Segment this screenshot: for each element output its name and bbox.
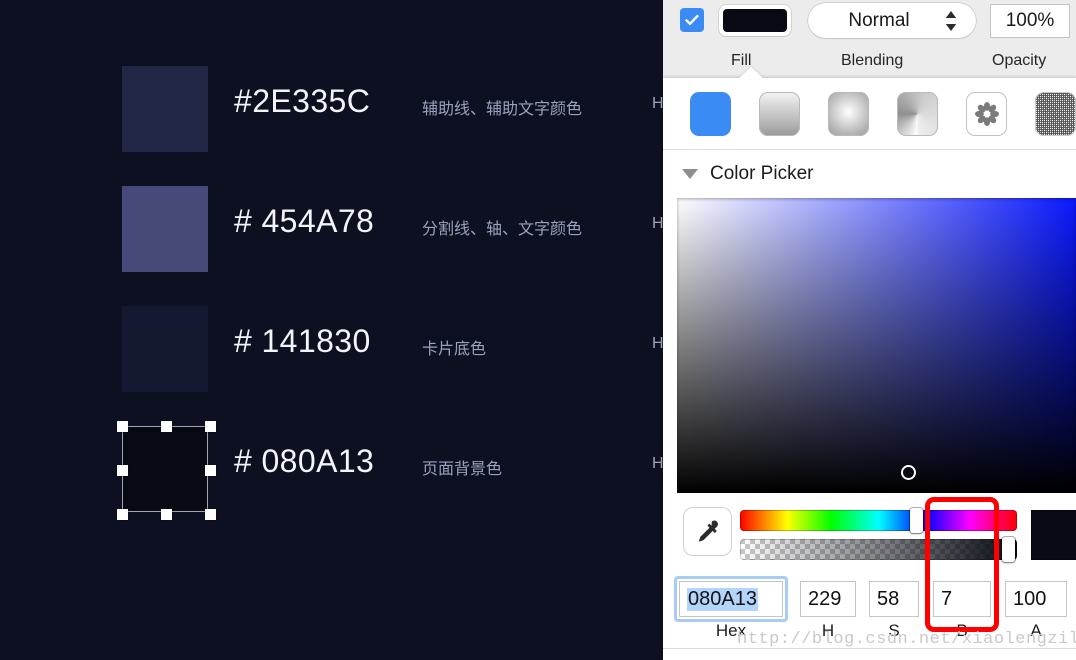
color-swatch[interactable] <box>122 66 208 152</box>
fill-type-linear-gradient[interactable] <box>759 91 800 136</box>
color-description: 卡片底色 <box>422 341 487 358</box>
fill-row: Normal 100% <box>663 0 1076 48</box>
design-canvas[interactable]: #2E335C 辅助线、辅助文字颜色 H # 454A78 分割线、轴、文字颜色… <box>0 0 663 660</box>
resize-handle-middle-left[interactable] <box>117 465 128 476</box>
resize-handle-bottom-left[interactable] <box>117 509 128 520</box>
truncated-column-label: H <box>652 455 663 472</box>
fill-type-solid-color[interactable] <box>690 91 731 136</box>
resize-handle-top-right[interactable] <box>205 421 216 432</box>
color-description: 页面背景色 <box>422 461 503 478</box>
selection-frame <box>117 421 216 520</box>
saturation-input[interactable]: 58 <box>869 581 919 617</box>
resize-handle-top-left[interactable] <box>117 421 128 432</box>
alpha-slider-knob[interactable] <box>1002 537 1015 562</box>
hex-label: # 141830 <box>234 323 371 359</box>
truncated-column-label: H <box>652 95 663 112</box>
fill-color-swatch-button[interactable] <box>719 5 791 36</box>
color-swatch[interactable] <box>122 306 208 392</box>
saturation-value: 58 <box>877 587 900 610</box>
fill-type-pattern[interactable] <box>966 91 1007 136</box>
color-picker-title: Color Picker <box>710 162 814 184</box>
color-description: 分割线、轴、文字颜色 <box>422 221 583 238</box>
truncated-column-label: H <box>652 215 663 232</box>
hex-value: 080A13 <box>687 587 758 611</box>
fill-type-radial-gradient[interactable] <box>828 91 869 136</box>
sb-marker[interactable] <box>901 465 916 480</box>
opacity-label: Opacity <box>992 52 1047 69</box>
truncated-column-label: H <box>652 335 663 352</box>
brightness-value: 7 <box>941 587 953 610</box>
alpha-input[interactable]: 100 <box>1005 581 1067 617</box>
eyedropper-icon <box>698 520 718 542</box>
color-popover: Color Picker 080A13 229 58 7 100 Hex H S… <box>663 67 1076 660</box>
hex-input[interactable]: 080A13 <box>679 581 783 617</box>
opacity-value: 100% <box>1005 10 1055 31</box>
resize-handle-bottom-center[interactable] <box>161 509 172 520</box>
hue-slider[interactable] <box>740 508 1017 533</box>
eyedropper-button[interactable] <box>683 507 732 556</box>
brightness-input[interactable]: 7 <box>933 581 991 617</box>
chevron-updown-glyph <box>945 10 957 31</box>
fill-type-toolbar <box>663 78 1076 150</box>
app-window: #2E335C 辅助线、辅助文字颜色 H # 454A78 分割线、轴、文字颜色… <box>0 0 1076 660</box>
fill-inspector-panel: Normal 100% Fill Blending Opacity Color … <box>663 0 1076 660</box>
checkmark-icon <box>685 14 699 25</box>
alpha-value: 100 <box>1013 587 1047 610</box>
color-preview-swatch <box>1031 510 1076 560</box>
palette-row-selected[interactable]: # 080A13 页面背景色 H <box>0 420 663 538</box>
watermark-text: http://blog.csdn.net/xiaolengzile <box>737 630 1076 649</box>
color-swatch[interactable] <box>122 186 208 272</box>
palette-row[interactable]: #2E335C 辅助线、辅助文字颜色 H <box>0 60 663 178</box>
hex-label: # 454A78 <box>234 203 375 239</box>
hue-value: 229 <box>808 587 842 610</box>
fill-enabled-checkbox[interactable] <box>680 8 704 32</box>
blending-mode-select[interactable]: Normal <box>808 3 976 38</box>
opacity-input[interactable]: 100% <box>990 4 1070 38</box>
hex-label: # 080A13 <box>234 443 375 479</box>
disclosure-triangle-icon[interactable] <box>682 168 698 179</box>
fill-type-angular-gradient[interactable] <box>897 91 938 136</box>
alpha-slider[interactable] <box>740 537 1017 562</box>
color-description: 辅助线、辅助文字颜色 <box>422 101 583 118</box>
saturation-brightness-field[interactable] <box>677 198 1076 493</box>
palette-row[interactable]: # 141830 卡片底色 H <box>0 300 663 418</box>
hex-label: #2E335C <box>234 83 371 119</box>
blending-mode-value: Normal <box>848 9 910 31</box>
chevron-updown-icon[interactable] <box>936 7 966 35</box>
resize-handle-middle-right[interactable] <box>205 465 216 476</box>
hue-slider-knob[interactable] <box>910 508 923 533</box>
fill-type-noise[interactable] <box>1035 91 1076 136</box>
color-picker-section-header[interactable]: Color Picker <box>663 150 1076 197</box>
inspector-column-labels: Fill Blending Opacity <box>663 52 1076 76</box>
resize-handle-top-center[interactable] <box>161 421 172 432</box>
blending-label: Blending <box>841 52 904 69</box>
palette-row[interactable]: # 454A78 分割线、轴、文字颜色 H <box>0 180 663 298</box>
hue-input[interactable]: 229 <box>800 581 856 617</box>
flower-pattern-icon <box>974 101 999 126</box>
resize-handle-bottom-right[interactable] <box>205 509 216 520</box>
sliders-row <box>663 503 1076 570</box>
